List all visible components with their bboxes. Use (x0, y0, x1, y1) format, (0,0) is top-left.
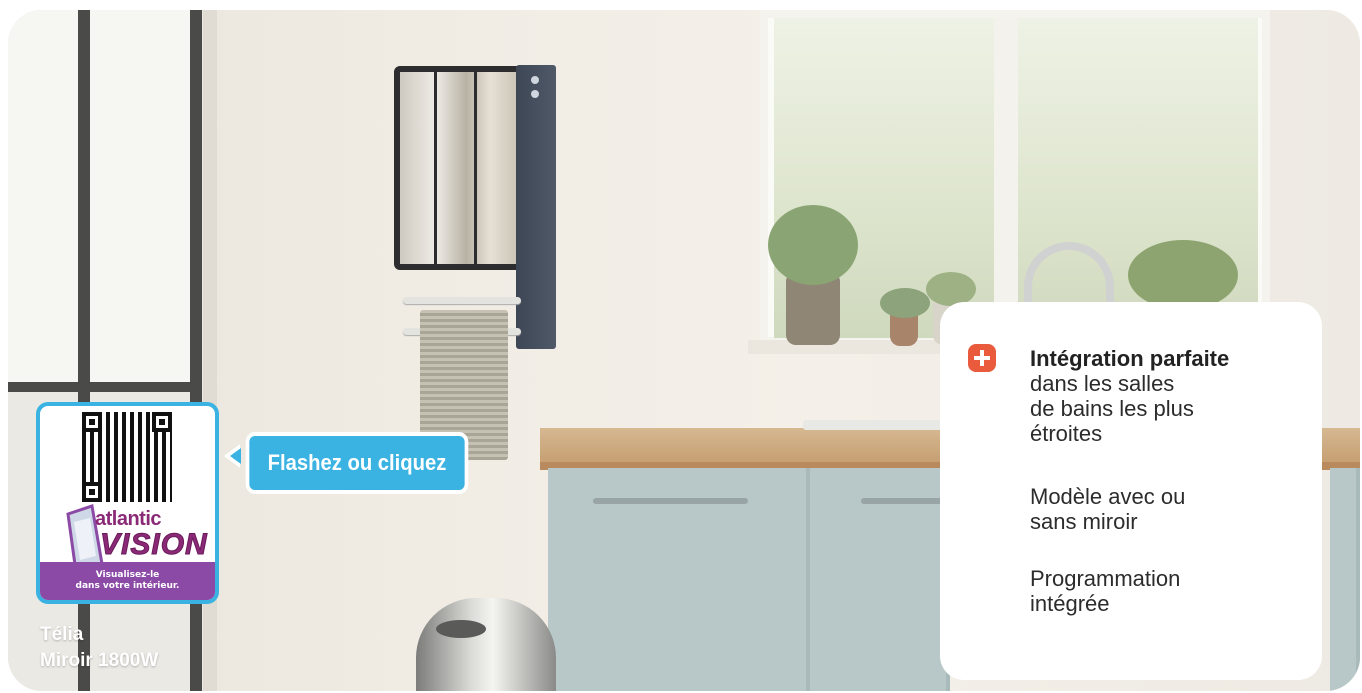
feature-description: de bains les plus (1030, 396, 1194, 421)
flash-or-click-button[interactable]: Flashez ou cliquez (245, 432, 469, 494)
product-name-line: Miroir 1800W (40, 650, 159, 671)
plant-leaves (1128, 240, 1238, 310)
feature-text: Modèle avec ou (1030, 484, 1186, 509)
trash-can-lid (436, 620, 486, 638)
feature-description: dans les salles (1030, 371, 1175, 396)
tagline-line: dans votre intérieur. (75, 581, 180, 591)
tagline-line: Visualisez-le (95, 570, 160, 580)
brand-vision: VISION (100, 528, 208, 562)
plus-icon (968, 344, 996, 372)
cabinet-handle (593, 498, 748, 504)
radiator-mirror (394, 66, 526, 270)
trash-can (416, 598, 556, 691)
cabinet-handle (861, 498, 946, 504)
feature-description: étroites (1030, 421, 1103, 446)
tagline-strip: Visualisez-le dans votre intérieur. (40, 562, 215, 600)
cabinet-door (1330, 468, 1360, 691)
plant-leaves (926, 272, 976, 306)
feature-1: Intégration parfaite dans les salles de … (1030, 346, 1229, 446)
qr-code-card[interactable]: atlantic VISION Visualisez-le dans votre… (36, 402, 219, 604)
plant-pot (786, 275, 840, 345)
product-name-line: Télia (40, 624, 84, 645)
speech-tail (230, 448, 241, 464)
feature-2: Modèle avec ou sans miroir (1030, 484, 1185, 534)
feature-3: Programmation intégrée (1030, 566, 1180, 616)
feature-text: Programmation (1030, 566, 1181, 591)
feature-text: sans miroir (1030, 509, 1138, 534)
radiator-column (516, 65, 556, 349)
radiator-control-dot (531, 76, 539, 84)
plant-leaves (768, 205, 858, 285)
plant-leaves (880, 288, 930, 318)
towel-bar (403, 297, 521, 304)
feature-title: Intégration parfaite (1030, 346, 1230, 371)
sink (803, 420, 948, 430)
radiator-control-dot (531, 90, 539, 98)
feature-text: intégrée (1030, 591, 1110, 616)
qr-code[interactable] (82, 412, 172, 502)
product-name: Télia Miroir 1800W (40, 622, 158, 674)
